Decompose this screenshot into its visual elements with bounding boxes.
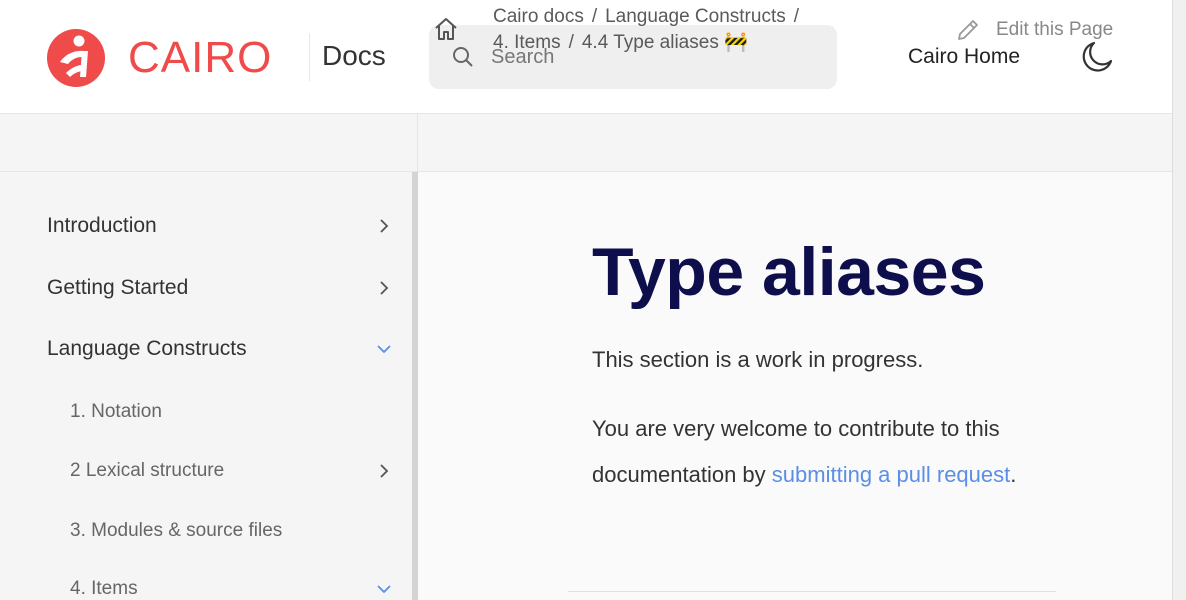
sidebar: Introduction Getting Started Language Co…	[0, 172, 412, 600]
sidebar-item-language-constructs[interactable]: Language Constructs	[47, 337, 392, 361]
cairo-home-link[interactable]: Cairo Home	[908, 42, 1020, 72]
sidebar-item-getting-started[interactable]: Getting Started	[47, 276, 392, 300]
docs-label[interactable]: Docs	[322, 38, 386, 74]
sidebar-item-label: Introduction	[47, 214, 157, 237]
cairo-logo-icon	[47, 29, 105, 87]
sidebar-item-label: 1. Notation	[70, 401, 162, 422]
main-content: Type aliases This section is a work in p…	[418, 172, 1172, 600]
breadcrumb-current: 4.4 Type aliases 🚧	[581, 32, 748, 53]
sidebar-item-label: 2 Lexical structure	[70, 460, 225, 481]
chevron-down-icon	[377, 585, 391, 594]
breadcrumb-bar	[0, 114, 1172, 172]
pull-request-link[interactable]: submitting a pull request	[772, 462, 1010, 487]
contribute-text-end: .	[1010, 462, 1017, 487]
chevron-right-icon	[380, 464, 389, 478]
moon-icon[interactable]	[1080, 40, 1114, 74]
subbar-left-spacer	[0, 114, 418, 172]
sidebar-item-modules[interactable]: 3. Modules & source files	[70, 520, 392, 542]
chevron-right-icon	[380, 219, 389, 233]
search-icon	[453, 47, 473, 67]
breadcrumb-item[interactable]: Cairo docs	[493, 6, 584, 27]
sidebar-item-introduction[interactable]: Introduction	[47, 214, 392, 238]
home-icon[interactable]	[432, 15, 460, 43]
header-divider	[309, 33, 310, 81]
chevron-down-icon	[377, 345, 391, 354]
page-scrollbar[interactable]	[1172, 0, 1186, 600]
page-title: Type aliases	[592, 234, 986, 310]
sidebar-item-label: 4. Items	[70, 578, 138, 599]
breadcrumb-item[interactable]: 4. Items	[493, 32, 561, 53]
brand-name: CAIRO	[128, 33, 273, 82]
breadcrumb: Cairo docs / Language Constructs / 4. Items /…	[493, 4, 893, 56]
sidebar-item-notation[interactable]: 1. Notation	[70, 401, 392, 423]
sidebar-item-items[interactable]: 4. Items	[70, 578, 392, 600]
sidebar-item-lexical-structure[interactable]: 2 Lexical structure	[70, 460, 392, 482]
sidebar-item-label: 3. Modules & source files	[70, 520, 283, 541]
edit-page-label: Edit this Page	[996, 19, 1114, 40]
sidebar-item-label: Language Constructs	[47, 337, 247, 360]
breadcrumb-item[interactable]: Language Constructs	[605, 6, 786, 27]
breadcrumb-separator: /	[591, 6, 598, 27]
breadcrumb-separator: /	[793, 6, 800, 27]
wip-notice: This section is a work in progress.	[592, 347, 924, 372]
pencil-icon	[958, 20, 978, 40]
content-divider	[568, 591, 1056, 592]
contribute-paragraph: You are very welcome to contribute to th…	[592, 406, 1042, 498]
edit-page-link[interactable]: Edit this Page	[954, 16, 1113, 44]
sidebar-item-label: Getting Started	[47, 276, 189, 299]
chevron-right-icon	[380, 281, 389, 295]
breadcrumb-separator: /	[568, 32, 574, 53]
cairo-logo[interactable]: CAIRO	[46, 29, 272, 87]
